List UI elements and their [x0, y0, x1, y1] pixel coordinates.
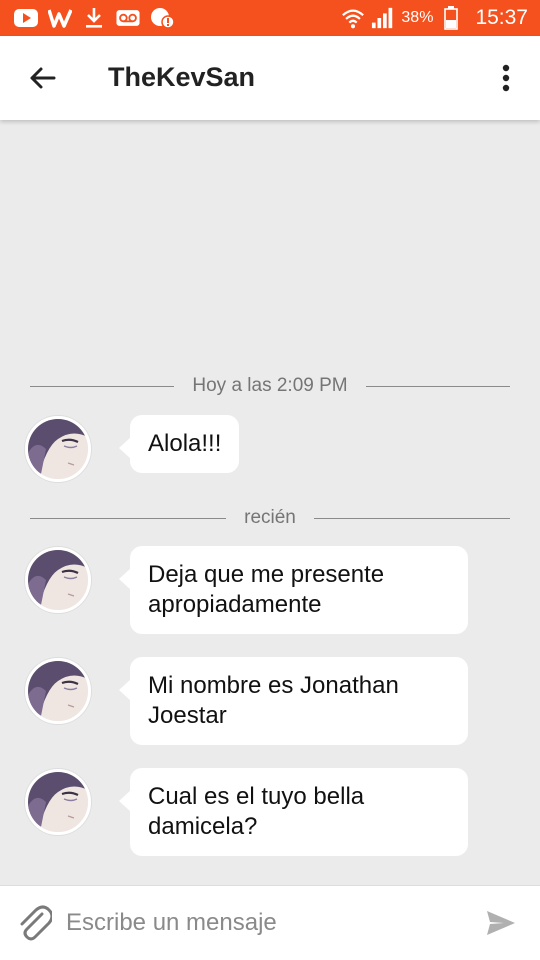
notification-icons: [14, 6, 174, 30]
arrow-back-icon: [30, 67, 56, 89]
divider-line: [365, 385, 510, 387]
time-divider-label: recién: [244, 507, 296, 528]
system-status: 38% 15:37: [341, 4, 528, 32]
voicemail-icon: [116, 6, 140, 30]
message-bubble[interactable]: Alola!!!: [119, 415, 240, 473]
chat-title: TheKevSan: [108, 62, 256, 92]
status-bar: 38% 15:37: [0, 0, 540, 36]
w-icon: [48, 6, 72, 30]
message-input-bar: [0, 885, 540, 960]
avatar-image: [28, 550, 88, 610]
divider-line: [30, 517, 227, 519]
date-divider: Hoy a las 2:09 PM: [30, 371, 510, 401]
wifi-icon: [341, 6, 365, 30]
avatar-image: [28, 419, 88, 479]
paperclip-icon: [20, 905, 52, 941]
message-text-line: damicela?: [148, 813, 258, 840]
message-text-line: Deja que me presente: [148, 561, 385, 588]
avatar-image: [28, 661, 88, 721]
avatar[interactable]: [25, 769, 91, 835]
message-bubble[interactable]: Deja que me presente apropiadamente: [119, 546, 468, 634]
message-text-line: Cual es el tuyo bella: [148, 783, 365, 810]
avatar[interactable]: [25, 416, 91, 482]
battery-icon: [439, 6, 463, 30]
more-vert-icon: [502, 64, 510, 92]
youtube-icon: [14, 6, 38, 30]
send-icon: [487, 911, 515, 935]
message-text: Alola!!!: [148, 430, 222, 457]
divider-line: [30, 385, 175, 387]
avatar-image: [28, 772, 88, 832]
more-options-button[interactable]: [486, 54, 526, 102]
app-bar: TheKevSan: [0, 36, 540, 120]
message-text-line: Joestar: [148, 702, 227, 729]
message-bubble[interactable]: Cual es el tuyo bella damicela?: [119, 768, 468, 856]
message-input[interactable]: [66, 904, 466, 942]
alert-icon: [150, 6, 174, 30]
bubble-tail: [119, 568, 131, 590]
bubble-tail: [119, 790, 131, 812]
avatar[interactable]: [25, 547, 91, 613]
bubble-tail: [119, 437, 131, 459]
time-divider: recién: [30, 503, 510, 533]
date-divider-label: Hoy a las 2:09 PM: [192, 375, 348, 396]
attach-button[interactable]: [12, 900, 56, 944]
bubble-tail: [119, 679, 131, 701]
battery-percent: 38%: [401, 9, 434, 26]
chat-area[interactable]: Hoy a las 2:09 PM Alola!!! recién Deja q…: [0, 120, 540, 885]
message-bubble[interactable]: Mi nombre es Jonathan Joestar: [119, 657, 468, 745]
clock: 15:37: [475, 6, 528, 29]
divider-line: [313, 517, 510, 519]
avatar[interactable]: [25, 658, 91, 724]
back-button[interactable]: [18, 54, 66, 102]
signal-icon: [371, 6, 395, 30]
send-button[interactable]: [482, 904, 520, 942]
message-text-line: apropiadamente: [148, 591, 322, 618]
download-icon: [82, 6, 106, 30]
message-text-line: Mi nombre es Jonathan: [148, 672, 399, 699]
